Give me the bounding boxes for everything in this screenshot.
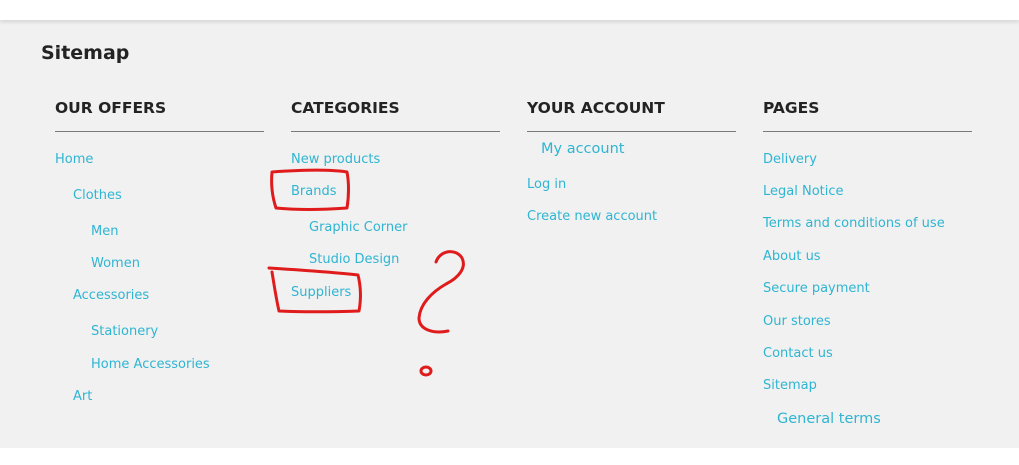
link-terms[interactable]: Terms and conditions of use <box>763 216 945 232</box>
link-art[interactable]: Art <box>73 389 92 405</box>
sitemap-panel <box>0 20 1019 448</box>
link-accessories[interactable]: Accessories <box>73 288 149 304</box>
link-my-account[interactable]: My account <box>541 140 624 158</box>
page-title: Sitemap <box>41 42 130 64</box>
link-stationery[interactable]: Stationery <box>91 324 158 340</box>
link-graphic-corner[interactable]: Graphic Corner <box>309 220 408 236</box>
account-heading: YOUR ACCOUNT <box>527 99 736 132</box>
link-new-products[interactable]: New products <box>291 152 380 168</box>
link-secure-payment[interactable]: Secure payment <box>763 281 870 297</box>
link-delivery[interactable]: Delivery <box>763 152 817 168</box>
categories-heading: CATEGORIES <box>291 99 500 132</box>
offers-heading: OUR OFFERS <box>55 99 264 132</box>
pages-heading: PAGES <box>763 99 972 132</box>
link-legal-notice[interactable]: Legal Notice <box>763 184 844 200</box>
link-about-us[interactable]: About us <box>763 249 821 265</box>
link-men[interactable]: Men <box>91 224 118 240</box>
link-create-account[interactable]: Create new account <box>527 209 657 225</box>
link-our-stores[interactable]: Our stores <box>763 314 831 330</box>
link-suppliers[interactable]: Suppliers <box>291 285 351 301</box>
link-home-accessories[interactable]: Home Accessories <box>91 357 210 373</box>
top-header-bar <box>0 0 1019 20</box>
link-brands[interactable]: Brands <box>291 184 337 200</box>
link-general-terms[interactable]: General terms <box>777 410 881 428</box>
link-sitemap[interactable]: Sitemap <box>763 378 817 394</box>
link-clothes[interactable]: Clothes <box>73 188 122 204</box>
link-contact-us[interactable]: Contact us <box>763 346 833 362</box>
page-bottom-strip <box>0 448 1019 465</box>
link-home[interactable]: Home <box>55 152 93 168</box>
link-studio-design[interactable]: Studio Design <box>309 252 399 268</box>
link-log-in[interactable]: Log in <box>527 177 566 193</box>
link-women[interactable]: Women <box>91 256 140 272</box>
